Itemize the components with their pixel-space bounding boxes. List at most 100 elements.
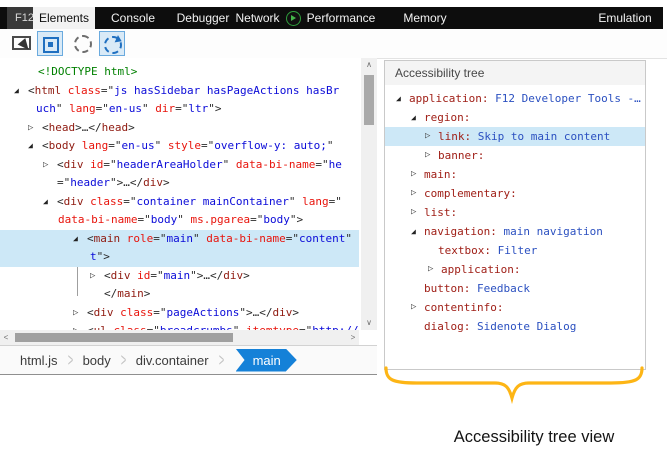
breadcrumb-item-body[interactable]: body (83, 353, 111, 368)
accessibility-tree-panel: Accessibility tree ◢ application: F12 Dev… (384, 60, 646, 370)
tab-label: Memory (403, 11, 447, 25)
dom-tree-row[interactable]: ▷ <div id="main">…</div> (0, 267, 359, 286)
accessibility-tree-row[interactable]: textbox: Filter (385, 241, 645, 260)
tab-debugger[interactable]: Debugger (172, 7, 234, 29)
accessibility-node-text: button: Feedback (424, 282, 530, 295)
horizontal-scrollbar-thumb[interactable] (15, 333, 233, 342)
tab-elements[interactable]: Elements (33, 7, 95, 29)
dom-node-text: <div class="pageActions">…</div> (87, 305, 299, 319)
collapse-arrow-icon[interactable]: ◢ (396, 89, 401, 108)
expand-arrow-icon[interactable]: ▷ (411, 165, 416, 184)
dom-node-text: <body lang="en-us" style="overflow-y: au… (42, 139, 334, 152)
dom-node-text: <div class="container mainContainer" lan… (57, 194, 342, 208)
accessibility-tree-row[interactable]: ▷ link: Skip to main content (385, 127, 645, 146)
accessibility-node-text: application: F12 Developer Tools -… (409, 92, 641, 105)
dashed-circle-icon[interactable] (70, 31, 96, 56)
accessibility-tree-row[interactable]: button: Feedback (385, 279, 645, 298)
expand-arrow-icon[interactable]: ▷ (425, 127, 430, 146)
accessibility-node-text: complementary: (424, 187, 517, 200)
accessibility-node-text: main: (424, 168, 458, 181)
dom-tree-row[interactable]: ▷ <div class="pageActions">…</div> (0, 304, 359, 323)
expand-arrow-icon[interactable]: ▷ (411, 184, 416, 203)
scroll-left-arrow-icon[interactable]: < (0, 330, 12, 345)
collapse-arrow-icon[interactable]: ◢ (411, 108, 416, 127)
collapse-arrow-icon[interactable]: ◢ (411, 222, 416, 241)
accessibility-tree-row[interactable]: ▷ main: (385, 165, 645, 184)
breadcrumb-separator-icon: > (120, 349, 126, 371)
tab-network[interactable]: Network (228, 7, 308, 29)
collapse-arrow-icon[interactable]: ◢ (14, 82, 19, 101)
accessibility-tree-row[interactable]: ◢ region: (385, 108, 645, 127)
dom-tree-row[interactable]: data-bi-name="body" ms.pgarea="body"> (0, 211, 359, 230)
dom-tree-row[interactable]: ◢ <body lang="en-us" style="overflow-y: a… (0, 137, 359, 156)
annotation-label: Accessibility tree view (453, 428, 615, 446)
breadcrumb-item-div-container[interactable]: div.container (136, 353, 209, 368)
breadcrumb-separator-icon: > (67, 349, 73, 371)
dom-node-text: ="header">…</div> (57, 176, 170, 189)
collapse-arrow-icon[interactable]: ◢ (43, 193, 48, 212)
vertical-scrollbar[interactable]: ∧ ∨ (361, 58, 377, 330)
dom-node-text: <!DOCTYPE html> (38, 65, 138, 78)
dom-tree-row[interactable]: ◢ <div class="container mainContainer" la… (0, 193, 359, 212)
dom-tree-row[interactable]: t"> (0, 248, 359, 267)
collapse-arrow-icon[interactable]: ◢ (73, 230, 78, 249)
dom-tree-row[interactable]: <!DOCTYPE html> (0, 63, 359, 82)
dom-explorer-panel: <!DOCTYPE html> ◢ <html class="js hasSideb… (0, 58, 377, 376)
accessibility-node-text: contentinfo: (424, 301, 504, 314)
accessibility-tree-row[interactable]: ▷ complementary: (385, 184, 645, 203)
expand-arrow-icon[interactable]: ▷ (428, 260, 433, 279)
select-element-icon[interactable] (8, 31, 34, 56)
tab-label: Elements (38, 11, 90, 25)
dom-node-text: <div id="headerAreaHolder" data-bi-name=… (57, 157, 342, 171)
expand-arrow-icon[interactable]: ▷ (28, 119, 33, 138)
vertical-scrollbar-thumb[interactable] (364, 75, 374, 125)
accessibility-tree-row[interactable]: ▷ contentinfo: (385, 298, 645, 317)
tab-emulation[interactable]: Emulation (583, 7, 667, 29)
accessibility-node-text: application: (441, 263, 521, 276)
dom-tree-row[interactable]: ◢ <html class="js hasSidebar hasPageActio… (0, 82, 359, 101)
dom-tree-row[interactable]: ◢ <main role="main" data-bi-name="content… (0, 229, 359, 249)
dom-node-text: <head>…</head> (42, 120, 135, 134)
breadcrumb: html.js > body > div.container > main (0, 345, 377, 375)
devtools-tab-bar: F12 Elements Console Debugger Network Perfor… (0, 7, 663, 29)
expand-arrow-icon[interactable]: ▷ (43, 156, 48, 175)
dom-tree-row[interactable]: ="header">…</div> (0, 174, 359, 193)
breadcrumb-item-main[interactable]: main (236, 349, 297, 372)
accessibility-node-text: region: (424, 111, 471, 124)
dom-node-text: <div id="main">…</div> (104, 268, 250, 282)
network-record-play-icon[interactable] (285, 10, 301, 26)
highlight-elements-icon[interactable] (37, 31, 63, 56)
dom-tree-row[interactable]: ▷ <head>…</head> (0, 119, 359, 138)
tab-console[interactable]: Console (103, 7, 163, 29)
expand-arrow-icon[interactable]: ▷ (73, 322, 78, 330)
accessibility-tree-row[interactable]: ▷ banner: (385, 146, 645, 165)
scroll-down-arrow-icon[interactable]: ∨ (361, 317, 377, 329)
dom-tree-row[interactable]: ▷<ul class="breadcrumbs" itemtype="http:… (0, 322, 359, 330)
expand-arrow-icon[interactable]: ▷ (411, 203, 416, 222)
breadcrumb-item-html-js[interactable]: html.js (20, 353, 58, 368)
expand-arrow-icon[interactable]: ▷ (73, 304, 78, 323)
dom-tree-row[interactable]: </main> (0, 285, 359, 304)
breadcrumb-separator-icon: > (218, 349, 224, 371)
tab-performance[interactable]: Performance (302, 7, 380, 29)
tab-label: Network (235, 11, 280, 25)
accessibility-tree-row[interactable]: dialog: Sidenote Dialog (385, 317, 645, 336)
refresh-dom-icon[interactable] (99, 31, 125, 56)
dom-node-text: t"> (90, 250, 110, 263)
accessibility-tree-row[interactable]: ◢ navigation: main navigation (385, 222, 645, 241)
expand-arrow-icon[interactable]: ▷ (90, 267, 95, 286)
scroll-up-arrow-icon[interactable]: ∧ (361, 59, 377, 71)
scroll-right-arrow-icon[interactable]: > (347, 330, 359, 345)
tab-memory[interactable]: Memory (393, 7, 457, 29)
accessibility-tree-row[interactable]: ▷ application: (385, 260, 645, 279)
accessibility-node-text: banner: (438, 149, 485, 162)
dom-tree-row[interactable]: ▷ <div id="headerAreaHolder" data-bi-name… (0, 156, 359, 175)
accessibility-tree-row[interactable]: ◢ application: F12 Developer Tools -… (385, 89, 645, 108)
dom-tree-row[interactable]: uch" lang="en-us" dir="ltr"> (0, 100, 359, 119)
collapse-arrow-icon[interactable]: ◢ (28, 137, 33, 156)
accessibility-tree-row[interactable]: ▷ list: (385, 203, 645, 222)
horizontal-scrollbar[interactable]: < > (0, 330, 359, 345)
expand-arrow-icon[interactable]: ▷ (425, 146, 430, 165)
dom-node-text: data-bi-name="body" ms.pgarea="body"> (58, 213, 304, 226)
expand-arrow-icon[interactable]: ▷ (411, 298, 416, 317)
